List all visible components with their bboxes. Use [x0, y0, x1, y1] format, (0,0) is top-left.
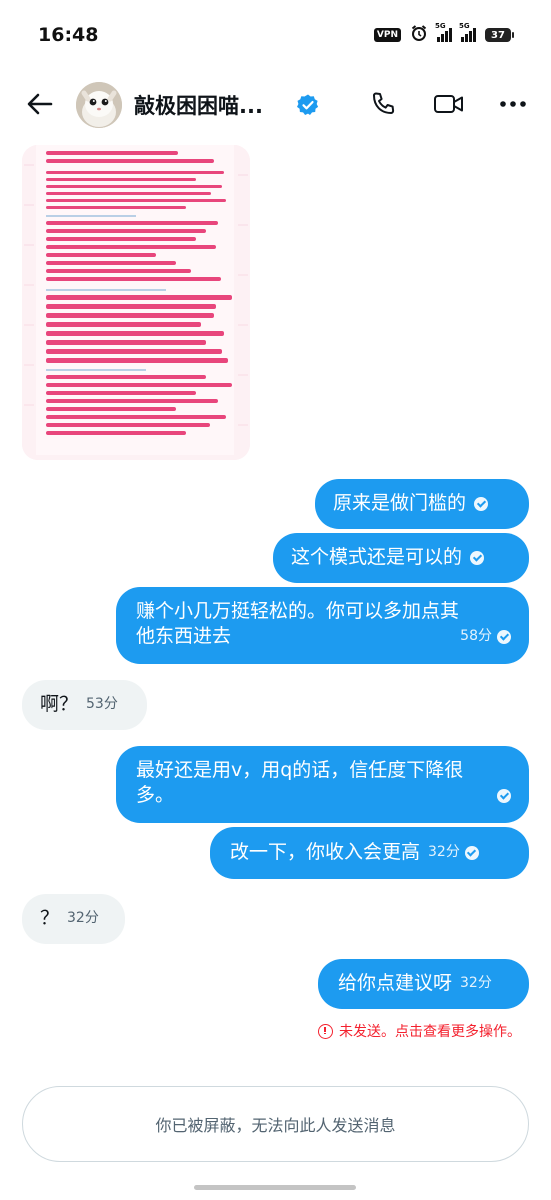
message-bubble-outgoing[interactable]: 改一下，你收入会更高 32分	[210, 827, 529, 879]
message-meta	[497, 788, 511, 803]
verified-badge-icon	[296, 93, 320, 117]
video-camera-icon	[434, 95, 463, 113]
shared-image[interactable]	[22, 145, 250, 460]
phone-icon	[373, 92, 395, 114]
home-indicator[interactable]	[194, 1185, 356, 1190]
message-text-continued: 多。	[136, 784, 175, 806]
conversation-name[interactable]: 敲极困困喵...	[134, 90, 263, 120]
message-bubble-incoming[interactable]: 啊？ 53分	[22, 680, 147, 730]
message-meta: 58分	[460, 624, 511, 649]
message-text: ？	[40, 907, 60, 929]
message-text: 原来是做门槛的	[333, 492, 467, 514]
message-text: 改一下，你收入会更高	[230, 841, 421, 863]
message-bubble-outgoing-failed[interactable]: 给你点建议呀 32分	[318, 959, 529, 1009]
message-time: 32分	[67, 910, 99, 926]
blocked-notice-text: 你已被屏蔽，无法向此人发送消息	[155, 1116, 396, 1135]
message-time: 58分	[460, 628, 492, 644]
sent-check-icon	[464, 845, 479, 860]
sent-check-icon	[474, 496, 489, 511]
message-time: 32分	[460, 975, 492, 991]
call-button[interactable]	[366, 87, 400, 121]
blocked-composer-notice: 你已被屏蔽，无法向此人发送消息	[22, 1086, 529, 1162]
message-text: 最好还是用v，用q的话，信任度下降很	[136, 759, 464, 781]
more-button[interactable]	[496, 87, 530, 121]
status-bar: 16:48 VPN 5G 5G 37	[0, 0, 551, 70]
back-button[interactable]	[22, 86, 58, 122]
battery-icon: 37	[485, 28, 514, 42]
message-text: 这个模式还是可以的	[291, 546, 463, 568]
cellular-signal-icon: 5G	[459, 22, 476, 42]
status-icons: VPN 5G 5G 37	[373, 22, 514, 46]
message-meta	[470, 550, 485, 565]
message-text: 赚个小几万挺轻松的。你可以多加点其	[136, 600, 460, 622]
message-meta	[474, 496, 489, 511]
send-failed-notice[interactable]: 未发送。点击查看更多操作。	[318, 1021, 521, 1041]
sent-check-icon	[470, 550, 485, 565]
error-icon	[318, 1023, 333, 1039]
avatar[interactable]	[76, 82, 122, 128]
message-meta: 32分	[67, 906, 99, 931]
sent-check-icon	[497, 629, 511, 644]
message-text: 给你点建议呀	[338, 972, 453, 994]
message-text-continued: 他东西进去	[136, 625, 232, 647]
send-failed-text: 未发送。点击查看更多操作。	[339, 1024, 521, 1040]
message-time: 53分	[86, 696, 118, 712]
conversation-header: 敲极困困喵...	[0, 72, 551, 138]
sent-check-icon	[497, 788, 511, 803]
arrow-left-icon	[27, 93, 53, 115]
message-bubble-outgoing[interactable]: 赚个小几万挺轻松的。你可以多加点其 他东西进去 58分	[116, 587, 529, 664]
more-horizontal-icon	[500, 101, 526, 107]
message-time: 32分	[428, 844, 460, 860]
video-call-button[interactable]	[432, 87, 466, 121]
vpn-badge: VPN	[373, 28, 401, 42]
message-bubble-outgoing[interactable]: 这个模式还是可以的	[273, 533, 529, 583]
status-time: 16:48	[38, 24, 99, 46]
message-meta: 32分	[428, 840, 479, 865]
cellular-signal-icon: 5G	[435, 22, 452, 42]
battery-level: 37	[491, 29, 505, 41]
message-bubble-outgoing[interactable]: 原来是做门槛的	[315, 479, 529, 529]
message-text: 啊？	[40, 693, 79, 715]
message-meta: 53分	[86, 692, 118, 717]
message-bubble-outgoing[interactable]: 最好还是用v，用q的话，信任度下降很 多。	[116, 746, 529, 823]
message-meta: 32分	[460, 971, 492, 996]
alarm-icon	[410, 24, 428, 46]
message-bubble-incoming[interactable]: ？ 32分	[22, 894, 125, 944]
